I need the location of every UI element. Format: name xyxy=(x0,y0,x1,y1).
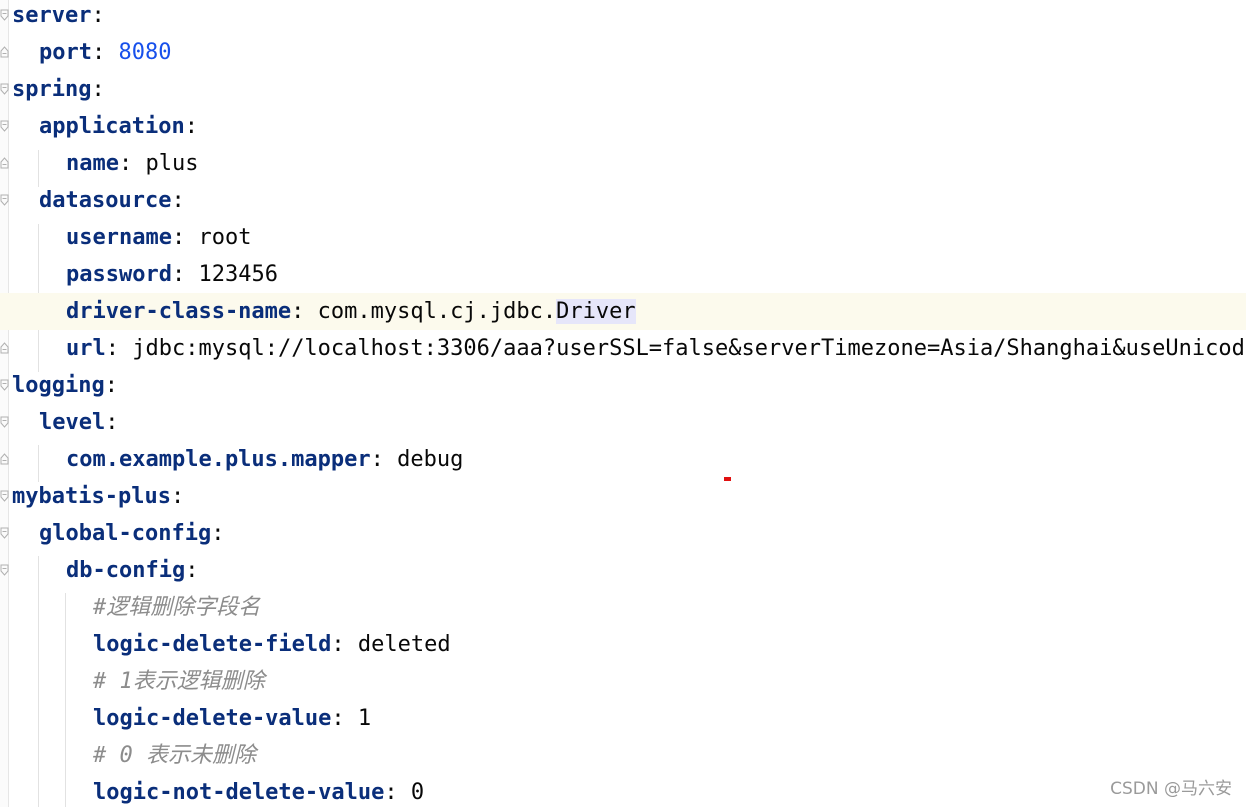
yaml-value: 0 xyxy=(410,780,425,805)
yaml-colon: : xyxy=(331,706,358,731)
code-line[interactable]: username: root xyxy=(0,219,1246,256)
yaml-colon: : xyxy=(118,151,146,176)
code-line[interactable]: db-config: xyxy=(0,552,1246,589)
yaml-value: com.mysql.cj.jdbc. xyxy=(317,299,557,324)
yaml-editor[interactable]: server: port: 8080 spring: application: … xyxy=(0,0,1246,807)
yaml-key: username xyxy=(66,225,172,250)
yaml-colon: : xyxy=(211,521,225,546)
code-line[interactable]: logic-delete-value: 1 xyxy=(0,700,1246,737)
yaml-value: root xyxy=(198,225,252,250)
fold-toggle-icon[interactable] xyxy=(0,83,9,95)
code-line[interactable]: password: 123456 xyxy=(0,256,1246,293)
yaml-key: db-config xyxy=(66,558,186,583)
code-line[interactable]: spring: xyxy=(0,71,1246,108)
red-marker xyxy=(724,477,731,481)
fold-toggle-icon[interactable] xyxy=(0,379,9,391)
yaml-key: logic-delete-value xyxy=(93,706,332,731)
yaml-key: com.example.plus.mapper xyxy=(66,447,371,472)
yaml-key: mybatis-plus xyxy=(12,484,171,509)
yaml-key: driver-class-name xyxy=(66,299,292,324)
yaml-colon: : xyxy=(384,780,411,805)
yaml-value: plus xyxy=(145,151,199,176)
yaml-comment: # 0 表示未删除 xyxy=(93,743,256,768)
code-line[interactable]: server: xyxy=(0,0,1246,34)
code-line[interactable]: logic-delete-field: deleted xyxy=(0,626,1246,663)
fold-end-icon[interactable] xyxy=(0,342,9,354)
yaml-comment: # 1表示逻辑删除 xyxy=(93,669,265,694)
yaml-colon: : xyxy=(291,299,318,324)
fold-end-icon[interactable] xyxy=(0,46,9,58)
fold-end-icon[interactable] xyxy=(0,453,9,465)
yaml-key: logic-delete-field xyxy=(93,632,332,657)
yaml-value: 1 xyxy=(357,706,372,731)
code-line[interactable]: com.example.plus.mapper: debug xyxy=(0,441,1246,478)
yaml-colon: : xyxy=(184,114,198,139)
code-line[interactable]: application: xyxy=(0,108,1246,145)
yaml-colon: : xyxy=(91,40,119,65)
code-line[interactable]: logging: xyxy=(0,367,1246,404)
yaml-value: debug xyxy=(397,447,464,472)
yaml-key: application xyxy=(39,114,185,139)
yaml-value: 8080 xyxy=(118,40,172,65)
yaml-key: name xyxy=(66,151,119,176)
code-line[interactable]: url: jdbc:mysql://localhost:3306/aaa?use… xyxy=(0,330,1246,367)
yaml-value: 123456 xyxy=(198,262,278,287)
yaml-colon: : xyxy=(185,558,199,583)
yaml-colon: : xyxy=(370,447,398,472)
yaml-comment: #逻辑删除字段名 xyxy=(93,595,261,620)
yaml-colon: : xyxy=(91,3,105,28)
yaml-key: port xyxy=(39,40,92,65)
yaml-colon: : xyxy=(104,373,118,398)
code-line[interactable]: port: 8080 xyxy=(0,34,1246,71)
yaml-colon: : xyxy=(171,225,199,250)
yaml-key: level xyxy=(39,410,106,435)
yaml-colon: : xyxy=(91,77,105,102)
code-line[interactable]: global-config: xyxy=(0,515,1246,552)
code-line[interactable]: mybatis-plus: xyxy=(0,478,1246,515)
yaml-key: logic-not-delete-value xyxy=(93,780,385,805)
yaml-key: url xyxy=(66,336,106,361)
fold-end-icon[interactable] xyxy=(0,157,9,169)
current-code-line[interactable]: driver-class-name: com.mysql.cj.jdbc.Dri… xyxy=(0,293,1246,330)
yaml-key: datasource xyxy=(39,188,172,213)
code-line[interactable]: # 1表示逻辑删除 xyxy=(0,663,1246,700)
code-line[interactable]: #逻辑删除字段名 xyxy=(0,589,1246,626)
yaml-colon: : xyxy=(331,632,358,657)
code-line[interactable]: level: xyxy=(0,404,1246,441)
yaml-colon: : xyxy=(171,188,185,213)
yaml-value: deleted xyxy=(357,632,451,657)
yaml-key: password xyxy=(66,262,172,287)
code-line[interactable]: datasource: xyxy=(0,182,1246,219)
yaml-value: jdbc:mysql://localhost:3306/aaa?userSSL=… xyxy=(132,336,1246,361)
yaml-colon: : xyxy=(105,336,133,361)
fold-toggle-icon[interactable] xyxy=(0,416,9,428)
yaml-key: server xyxy=(12,3,92,28)
fold-toggle-icon[interactable] xyxy=(0,9,9,21)
yaml-colon: : xyxy=(105,410,119,435)
fold-toggle-icon[interactable] xyxy=(0,564,9,576)
fold-toggle-icon[interactable] xyxy=(0,120,9,132)
code-line[interactable]: name: plus xyxy=(0,145,1246,182)
yaml-key: global-config xyxy=(39,521,212,546)
code-line[interactable]: # 0 表示未删除 xyxy=(0,737,1246,774)
yaml-key: spring xyxy=(12,77,92,102)
fold-toggle-icon[interactable] xyxy=(0,527,9,539)
fold-toggle-icon[interactable] xyxy=(0,194,9,206)
yaml-colon: : xyxy=(171,262,199,287)
yaml-key: logging xyxy=(12,373,105,398)
fold-toggle-icon[interactable] xyxy=(0,490,9,502)
code-line[interactable]: logic-not-delete-value: 0 xyxy=(0,774,1246,807)
yaml-colon: : xyxy=(170,484,185,509)
highlighted-identifier: Driver xyxy=(556,299,636,324)
watermark: CSDN @马六安 xyxy=(1110,779,1232,799)
